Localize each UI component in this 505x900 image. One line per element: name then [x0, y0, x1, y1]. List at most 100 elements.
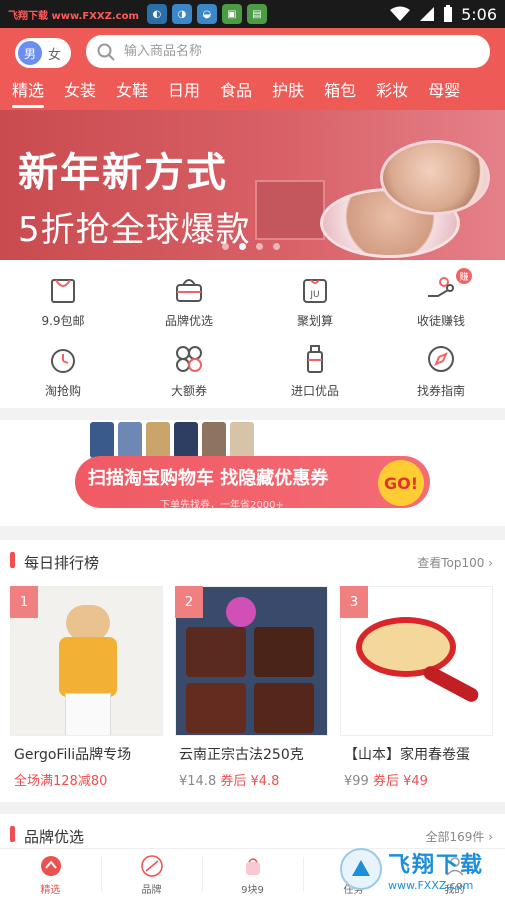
- quick-link-label: 9.9包邮: [41, 314, 85, 328]
- app-notification-icon: ▣: [221, 4, 242, 24]
- quick-links-grid: 9.9包邮 品牌优选 JU 聚划算 收徒赚钱 赚淘抢购 大额券 进口优品 找券指南: [0, 260, 505, 408]
- cushion-compact-image: [380, 140, 490, 215]
- bag-icon: [245, 858, 260, 875]
- nav-item[interactable]: 精选: [0, 849, 101, 900]
- daily-ranking-section: 每日排行榜 查看Top100 › 1 GergoFili品牌专场 全场满128减80…: [0, 540, 505, 802]
- nav-item[interactable]: 品牌: [101, 849, 202, 900]
- banner-headline: 新年新方式: [18, 150, 228, 196]
- ranking-title: 每日排行榜: [24, 554, 100, 572]
- tab-category[interactable]: 护肤: [272, 76, 304, 110]
- tab-category[interactable]: 女鞋: [116, 76, 148, 110]
- tab-category[interactable]: 精选: [12, 76, 45, 110]
- clothing-image: [118, 422, 142, 458]
- quick-link-item[interactable]: 淘抢购: [0, 330, 126, 400]
- gender-toggle[interactable]: 男 女: [15, 38, 71, 68]
- promo-title: 扫描淘宝购物车 找隐藏优惠券: [88, 468, 329, 489]
- ranking-product-card[interactable]: 2 云南正宗古法250克 ¥14.8 券后 ¥4.8: [175, 586, 328, 796]
- clothing-image: [230, 422, 254, 458]
- quick-link-label: 进口优品: [290, 384, 339, 398]
- tab-category[interactable]: 母婴: [428, 76, 460, 110]
- gender-male-option[interactable]: 男: [18, 41, 42, 65]
- nav-item[interactable]: 9块9: [202, 849, 303, 900]
- tab-category[interactable]: 日用: [168, 76, 200, 110]
- quick-link-label: 聚划算: [296, 314, 333, 328]
- go-badge-icon[interactable]: GO!: [376, 458, 426, 508]
- notification-icons: ◐ ◑ ◒ ▣ ▤: [146, 4, 267, 24]
- gender-female-option[interactable]: 女: [48, 44, 61, 63]
- product-price: 全场满128减80: [14, 770, 107, 789]
- watermark-url: www.FXXZ.com: [388, 878, 474, 892]
- product-price: ¥14.8 券后 ¥4.8: [179, 770, 279, 789]
- rank-badge: 2: [175, 586, 203, 618]
- ranking-products: 1 GergoFili品牌专场 全场满128减80 2 云南正宗古法250克 ¥14.8 …: [0, 586, 505, 796]
- nav-label: 品牌: [141, 885, 162, 896]
- app-notification-icon: ◐: [146, 4, 167, 24]
- quick-link-item[interactable]: 品牌优选: [126, 260, 252, 330]
- brand-section-title: 品牌优选: [24, 828, 85, 846]
- search-input[interactable]: [124, 44, 424, 59]
- clothing-image: [146, 422, 170, 458]
- quick-link-label: 找券指南: [416, 384, 465, 398]
- ranking-product-card[interactable]: 1 GergoFili品牌专场 全场满128减80: [10, 586, 163, 796]
- product-original-price: ¥99: [344, 774, 369, 789]
- banner-dot[interactable]: [222, 243, 229, 250]
- handbag-icon: [176, 279, 202, 302]
- app-notification-icon: ◑: [171, 4, 192, 24]
- clover-icon: [176, 346, 202, 372]
- product-name: 【山本】家用春卷蛋: [344, 747, 470, 763]
- product-promo-text: 全场满128减80: [14, 774, 108, 789]
- tab-category[interactable]: 箱包: [324, 76, 356, 110]
- compass-icon: [428, 346, 454, 372]
- product-original-price: ¥14.8: [179, 774, 217, 789]
- watermark-title: 飞翔下载: [388, 852, 485, 878]
- brand-icon: [140, 855, 163, 877]
- tab-category[interactable]: 食品: [220, 76, 252, 110]
- product-coupon-price: 券后 ¥49: [372, 774, 428, 789]
- promo-banner[interactable]: 扫描淘宝购物车 找隐藏优惠券 下单先找券，一年省2000+ GO!: [0, 420, 505, 526]
- coins-hand-icon: [428, 277, 454, 297]
- clothing-image: [174, 422, 198, 458]
- site-watermark: 飞翔下载 www.FXXZ.com: [340, 840, 500, 898]
- nav-label: 9块9: [241, 885, 264, 896]
- hero-banner[interactable]: 新年新方式 5折抢全球爆款: [0, 110, 505, 260]
- home-icon: [40, 856, 61, 876]
- banner-subheadline: 5折抢全球爆款: [18, 210, 251, 250]
- section-accent-bar: [10, 552, 15, 568]
- status-right: 5:06: [389, 5, 497, 24]
- ranking-more-label: 查看Top100: [417, 556, 485, 570]
- tab-category[interactable]: 彩妆: [376, 76, 408, 110]
- product-price: ¥99 券后 ¥49: [344, 770, 428, 789]
- quick-link-item[interactable]: 9.9包邮: [0, 260, 126, 330]
- status-site-label: 飞翔下载 www.FXXZ.com: [8, 10, 139, 22]
- rank-badge: 3: [340, 586, 368, 618]
- quick-link-item[interactable]: 收徒赚钱 赚: [378, 260, 504, 330]
- status-time: 5:06: [461, 4, 497, 24]
- alarm-clock-icon: [51, 349, 75, 373]
- ranking-header: 每日排行榜 查看Top100 ›: [0, 540, 505, 582]
- search-bar[interactable]: [86, 35, 490, 68]
- ranking-product-card[interactable]: 3 【山本】家用春卷蛋 ¥99 券后 ¥49: [340, 586, 493, 796]
- tab-category[interactable]: 女装: [64, 76, 96, 110]
- earn-badge: 赚: [456, 268, 472, 284]
- banner-dot[interactable]: [256, 243, 263, 250]
- ju-bag-icon: JU: [303, 279, 327, 303]
- category-tabs: 精选 女装 女鞋 日用 食品 护肤 箱包 彩妆 母婴: [0, 76, 505, 110]
- svg-text:JU: JU: [309, 290, 319, 300]
- section-accent-bar: [10, 826, 15, 842]
- rank-badge: 1: [10, 586, 38, 618]
- quick-link-label: 淘抢购: [44, 384, 81, 398]
- quick-link-item[interactable]: 找券指南: [378, 330, 504, 400]
- quick-link-item[interactable]: JU 聚划算: [252, 260, 378, 330]
- bottle-icon: [307, 345, 323, 373]
- quick-link-label: 收徒赚钱: [416, 314, 465, 328]
- quick-link-item[interactable]: 进口优品: [252, 330, 378, 400]
- top-header: 男 女 精选女装女鞋日用食品护肤箱包彩妆母婴: [0, 28, 505, 110]
- clothing-decoration: [90, 422, 270, 460]
- product-name: GergoFili品牌专场: [14, 747, 132, 763]
- promo-subtitle: 下单先找券，一年省2000+: [160, 500, 284, 511]
- ranking-more-link[interactable]: 查看Top100 ›: [417, 554, 493, 571]
- banner-dot[interactable]: [273, 243, 280, 250]
- banner-dot[interactable]: [239, 243, 246, 250]
- quick-link-item[interactable]: 大额券: [126, 330, 252, 400]
- quick-link-label: 大额券: [170, 384, 207, 398]
